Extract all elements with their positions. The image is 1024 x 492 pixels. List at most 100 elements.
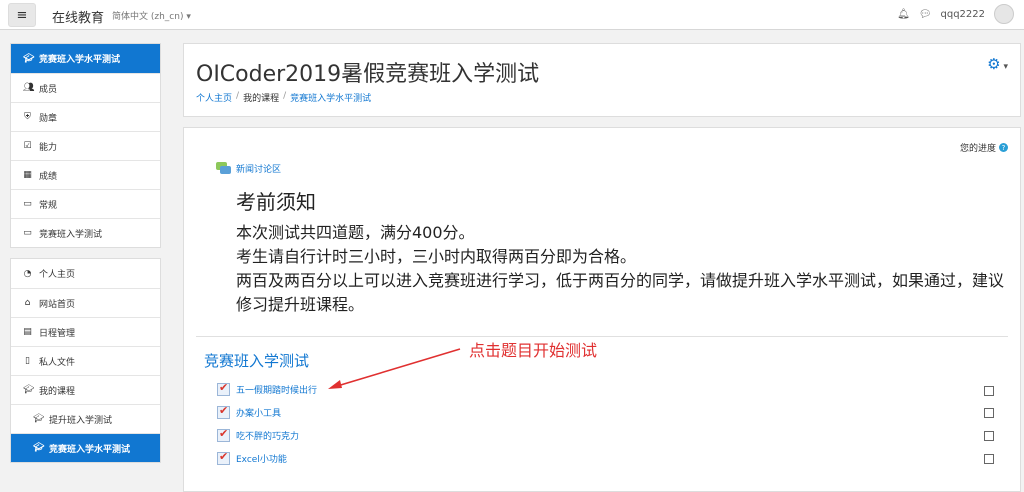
user-area: 🔔︎ 💬︎ qqq2222 — [897, 4, 1014, 24]
sidebar-item-my-courses[interactable]: 🎓︎ 我的课程 — [11, 375, 160, 404]
annotation-text: 点击题目开始测试 — [469, 341, 598, 360]
sidebar-item-dashboard[interactable]: ◔ 个人主页 — [11, 259, 160, 288]
caret-down-icon: ▾ — [1000, 62, 1008, 72]
avatar[interactable] — [994, 4, 1014, 24]
sidebar-item-label: 日程管理 — [39, 328, 76, 339]
sidebar-item-section[interactable]: ▭ 竞赛班入学测试 — [11, 218, 160, 247]
site-nav-block: ◔ 个人主页 ⌂ 网站首页 ▤ 日程管理 ▯ 私人文件 🎓︎ 我的课程 🎓︎ 提升班入学测试… — [10, 258, 161, 463]
completion-checkbox[interactable] — [984, 431, 994, 441]
sidebar-item-label: 常规 — [39, 200, 58, 211]
sidebar-item-label: 成绩 — [39, 171, 58, 182]
folder-icon: ▭ — [23, 228, 32, 238]
sidebar-item-badges[interactable]: ⛨ 勋章 — [11, 102, 160, 131]
breadcrumb-course[interactable]: 竞赛班入学水平测试 — [290, 91, 371, 104]
graduation-cap-icon: 🎓︎ — [23, 53, 35, 64]
username[interactable]: qqq2222 — [941, 9, 986, 20]
breadcrumb-dashboard[interactable]: 个人主页 — [196, 91, 232, 104]
breadcrumb: 个人主页 / 我的课程 / 竞赛班入学水平测试 — [196, 91, 371, 104]
graduation-cap-icon: 🎓︎ — [23, 385, 35, 395]
notification-bell-icon[interactable]: 🔔︎ — [897, 9, 910, 20]
section-divider — [196, 336, 1008, 337]
activity-link[interactable]: 吃不胖的巧克力 — [236, 429, 299, 442]
tachometer-icon: ◔ — [23, 268, 32, 279]
table-icon: ▦ — [23, 170, 32, 180]
course-settings-button[interactable]: ⚙ ▾ — [987, 55, 1008, 73]
graduation-cap-icon: 🎓︎ — [33, 414, 45, 424]
notice-line: 本次测试共四道题，满分400分。 — [236, 223, 475, 242]
sidebar-item-grades[interactable]: ▦ 成绩 — [11, 160, 160, 189]
help-icon[interactable]: ? — [999, 143, 1008, 152]
notice-line: 两百及两百分以上可以进入竞赛班进行学习，低于两百分的同学，请做提升班入学水平测试… — [236, 271, 1005, 314]
sidebar-item-site-home[interactable]: ⌂ 网站首页 — [11, 288, 160, 317]
completion-checkbox[interactable] — [984, 408, 994, 418]
sidebar-item-label: 竞赛班入学测试 — [39, 229, 103, 240]
checkbox-icon: ☑ — [23, 141, 32, 151]
exam-notice: 考前须知 本次测试共四道题，满分400分。 考生请自行计时三小时，三小时内取得两… — [236, 186, 1016, 317]
activity-item[interactable]: 五一假期踏时候出行 — [217, 381, 317, 396]
sidebar-item-course-competition[interactable]: 🎓︎ 竞赛班入学水平测试 — [11, 433, 160, 462]
notice-line: 考生请自行计时三小时，三小时内取得两百分即为合格。 — [236, 247, 637, 266]
sidebar-item-label: 个人主页 — [39, 270, 76, 280]
sidebar-item-calendar[interactable]: ▤ 日程管理 — [11, 317, 160, 346]
site-brand[interactable]: 在线教育 — [52, 7, 104, 26]
sidebar: 🎓︎ 竞赛班入学水平测试 👥︎ 成员 ⛨ 勋章 ☑ 能力 ▦ 成绩 ▭ 常规 ▭ 竞赛班入学测… — [10, 43, 161, 473]
news-forum-link[interactable]: 新闻讨论区 — [216, 162, 281, 175]
shield-icon: ⛨ — [24, 112, 31, 122]
file-icon: ▯ — [25, 356, 30, 366]
sidebar-item-label: 能力 — [39, 142, 58, 153]
breadcrumb-separator: / — [236, 91, 240, 101]
activity-link[interactable]: Excel小功能 — [236, 452, 287, 465]
folder-icon: ▭ — [23, 199, 32, 209]
sidebar-item-private-files[interactable]: ▯ 私人文件 — [11, 346, 160, 375]
sidebar-item-label: 成员 — [39, 84, 58, 95]
sidebar-item-course-improve[interactable]: 🎓︎ 提升班入学测试 — [11, 404, 160, 433]
sidebar-item-label: 我的课程 — [39, 386, 76, 397]
sidebar-item-label: 竞赛班入学水平测试 — [49, 444, 131, 455]
top-navbar: ≡ 在线教育 简体中文 (zh_cn) ▾ 🔔︎ 💬︎ qqq2222 — [0, 0, 1024, 30]
gear-icon: ⚙ — [987, 55, 1001, 73]
completion-checkbox[interactable] — [984, 386, 994, 396]
sidebar-item-label: 私人文件 — [39, 357, 76, 368]
progress-label: 您的进度 — [959, 144, 996, 154]
notice-title: 考前须知 — [236, 190, 316, 214]
sidebar-item-general[interactable]: ▭ 常规 — [11, 189, 160, 218]
forum-icon — [216, 162, 232, 175]
graduation-cap-icon: 🎓︎ — [33, 443, 45, 453]
sidebar-item-label: 网站首页 — [39, 299, 76, 310]
completion-checkbox[interactable] — [984, 454, 994, 464]
breadcrumb-separator: / — [283, 91, 287, 101]
page-title: OICoder2019暑假竞赛班入学测试 — [196, 62, 540, 87]
home-icon: ⌂ — [24, 298, 31, 308]
sidebar-item-participants[interactable]: 👥︎ 成员 — [11, 73, 160, 102]
course-content: 您的进度? 新闻讨论区 考前须知 本次测试共四道题，满分400分。 考生请自行计… — [183, 127, 1021, 492]
progress-indicator: 您的进度? — [960, 141, 1008, 154]
activity-item[interactable]: 吃不胖的巧克力 — [217, 427, 299, 442]
activity-link[interactable]: 五一假期踏时候出行 — [236, 383, 317, 396]
activity-link[interactable]: 办案小工具 — [236, 406, 281, 419]
users-icon: 👥︎ — [23, 83, 35, 93]
course-header: OICoder2019暑假竞赛班入学测试 个人主页 / 我的课程 / 竞赛班入学… — [183, 43, 1021, 117]
hamburger-icon: ≡ — [16, 7, 28, 23]
sidebar-item-label: 提升班入学测试 — [49, 415, 113, 426]
message-icon[interactable]: 💬︎ — [919, 9, 932, 20]
activity-item[interactable]: 办案小工具 — [217, 404, 281, 419]
assignment-icon — [217, 381, 230, 396]
caret-down-icon: ▾ — [186, 12, 191, 22]
sidebar-item-label: 竞赛班入学水平测试 — [39, 55, 121, 65]
menu-toggle-button[interactable]: ≡ — [8, 3, 36, 27]
language-label: 简体中文 (zh_cn) — [112, 12, 184, 22]
breadcrumb-my-courses[interactable]: 我的课程 — [243, 91, 279, 104]
assignment-icon — [217, 450, 230, 465]
course-nav-block: 🎓︎ 竞赛班入学水平测试 👥︎ 成员 ⛨ 勋章 ☑ 能力 ▦ 成绩 ▭ 常规 ▭ 竞赛班入学测… — [10, 43, 161, 248]
sidebar-item-label: 勋章 — [39, 113, 58, 124]
forum-link-label: 新闻讨论区 — [236, 165, 282, 175]
calendar-icon: ▤ — [23, 327, 32, 337]
sidebar-item-competencies[interactable]: ☑ 能力 — [11, 131, 160, 160]
assignment-icon — [217, 427, 230, 442]
annotation-arrow — [328, 348, 461, 389]
sidebar-item-course-home[interactable]: 🎓︎ 竞赛班入学水平测试 — [11, 44, 160, 73]
activity-item[interactable]: Excel小功能 — [217, 450, 287, 465]
assignment-icon — [217, 404, 230, 419]
section-title[interactable]: 竞赛班入学测试 — [204, 350, 309, 371]
language-menu[interactable]: 简体中文 (zh_cn) ▾ — [112, 9, 191, 22]
